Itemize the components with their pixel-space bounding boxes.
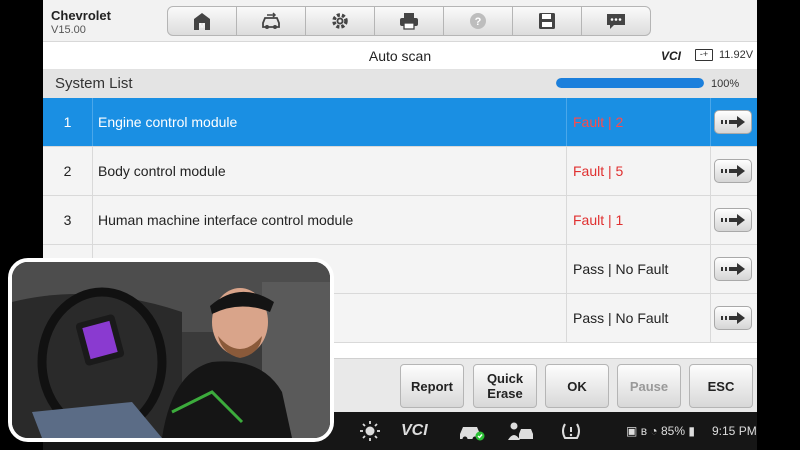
report-button[interactable]: Report [400, 364, 464, 408]
arrow-right-icon [721, 214, 745, 226]
list-item[interactable]: 3 Human machine interface control module… [43, 196, 757, 245]
vehicle-battery-icon: -+ [695, 49, 713, 61]
print-icon [400, 13, 418, 30]
esc-button[interactable]: ESC [689, 364, 753, 408]
scan-progress-fill [556, 78, 704, 88]
message-icon [607, 14, 625, 29]
open-module-button[interactable] [714, 257, 752, 281]
home-icon: M [194, 13, 210, 30]
print-button[interactable] [374, 6, 444, 36]
status-icons: ▣ ʙ ◔ 85% ▮ [626, 424, 695, 438]
module-status: Fault | 2 [567, 98, 711, 146]
webcam-video-image [12, 262, 330, 438]
vehicle-swap-icon [262, 12, 280, 29]
clock: 9:15 PM [712, 424, 757, 438]
help-icon: ? [470, 13, 486, 29]
cast-icon: ▣ [626, 424, 638, 438]
quick-erase-button[interactable]: Quick Erase [473, 364, 537, 408]
row-number: 3 [43, 196, 93, 244]
svg-text:?: ? [475, 16, 482, 28]
open-module-button[interactable] [714, 208, 752, 232]
vci-nav-icon[interactable]: VCI [401, 422, 428, 440]
open-module-button[interactable] [714, 159, 752, 183]
open-module-button[interactable] [714, 110, 752, 134]
vehicle-swap-button[interactable] [236, 6, 306, 36]
module-name: Engine control module [93, 98, 567, 146]
arrow-right-icon [721, 263, 745, 275]
vehicle-make: Chevrolet [51, 8, 111, 23]
pause-label: Pause [629, 378, 669, 394]
vci-label: VCI [661, 49, 682, 63]
vehicle-check-icon[interactable] [457, 420, 485, 442]
vci-nav-label: VCI [401, 422, 428, 439]
scan-progress-bar [556, 78, 704, 88]
brightness-icon[interactable] [359, 420, 381, 442]
message-button[interactable] [581, 6, 651, 36]
save-button[interactable] [512, 6, 582, 36]
battery-percent: 85% [661, 424, 686, 438]
page-title: Auto scan [368, 48, 432, 64]
ok-label: OK [567, 378, 587, 394]
vci-status-icon: VCI [661, 49, 681, 63]
vehicle-info: Chevrolet V15.00 [51, 9, 111, 37]
system-list-label: System List [55, 75, 133, 92]
technician-vehicle-icon[interactable] [507, 420, 535, 442]
help-button[interactable]: ? [443, 6, 513, 36]
list-item[interactable]: 1 Engine control module Fault | 2 [43, 98, 757, 147]
open-module-button[interactable] [714, 306, 752, 330]
arrow-right-icon [721, 116, 745, 128]
module-name: Human machine interface control module [93, 196, 567, 244]
quick-erase-label: Quick Erase [487, 371, 523, 401]
system-list-header: System List 100% [43, 70, 757, 98]
software-version: V15.00 [51, 24, 86, 36]
esc-label: ESC [707, 378, 735, 394]
bluetooth-icon: ʙ [640, 424, 648, 438]
arrow-right-icon [721, 165, 745, 177]
webcam-overlay [8, 258, 334, 442]
module-status: Pass | No Fault [567, 294, 711, 342]
scan-progress-percent: 100% [711, 78, 740, 90]
row-number: 1 [43, 98, 93, 146]
top-toolbar: Chevrolet V15.00 M ? [43, 0, 757, 42]
battery-icon: ▮ [688, 424, 695, 438]
settings-icon [332, 13, 348, 29]
battery-voltage: 11.92V [719, 49, 754, 61]
report-label: Report [411, 378, 453, 394]
arrow-right-icon [721, 312, 745, 324]
quick-erase-line2: Erase [487, 386, 523, 401]
module-status: Fault | 1 [567, 196, 711, 244]
svg-text:M: M [199, 23, 205, 30]
toolbar-buttons: M ? [167, 6, 651, 36]
ok-button[interactable]: OK [545, 364, 609, 408]
wifi-icon: ◔ [650, 424, 658, 438]
settings-button[interactable] [305, 6, 375, 36]
list-item[interactable]: 2 Body control module Fault | 5 [43, 147, 757, 196]
save-icon [539, 13, 555, 29]
title-bar: Auto scan VCI -+ 11.92V [43, 42, 757, 70]
module-status: Pass | No Fault [567, 245, 711, 293]
tire-pressure-icon[interactable] [560, 420, 582, 442]
quick-erase-line1: Quick [486, 371, 524, 386]
module-name: Body control module [93, 147, 567, 195]
home-button[interactable]: M [167, 6, 237, 36]
module-status: Fault | 5 [567, 147, 711, 195]
row-number: 2 [43, 147, 93, 195]
pause-button[interactable]: Pause [617, 364, 681, 408]
